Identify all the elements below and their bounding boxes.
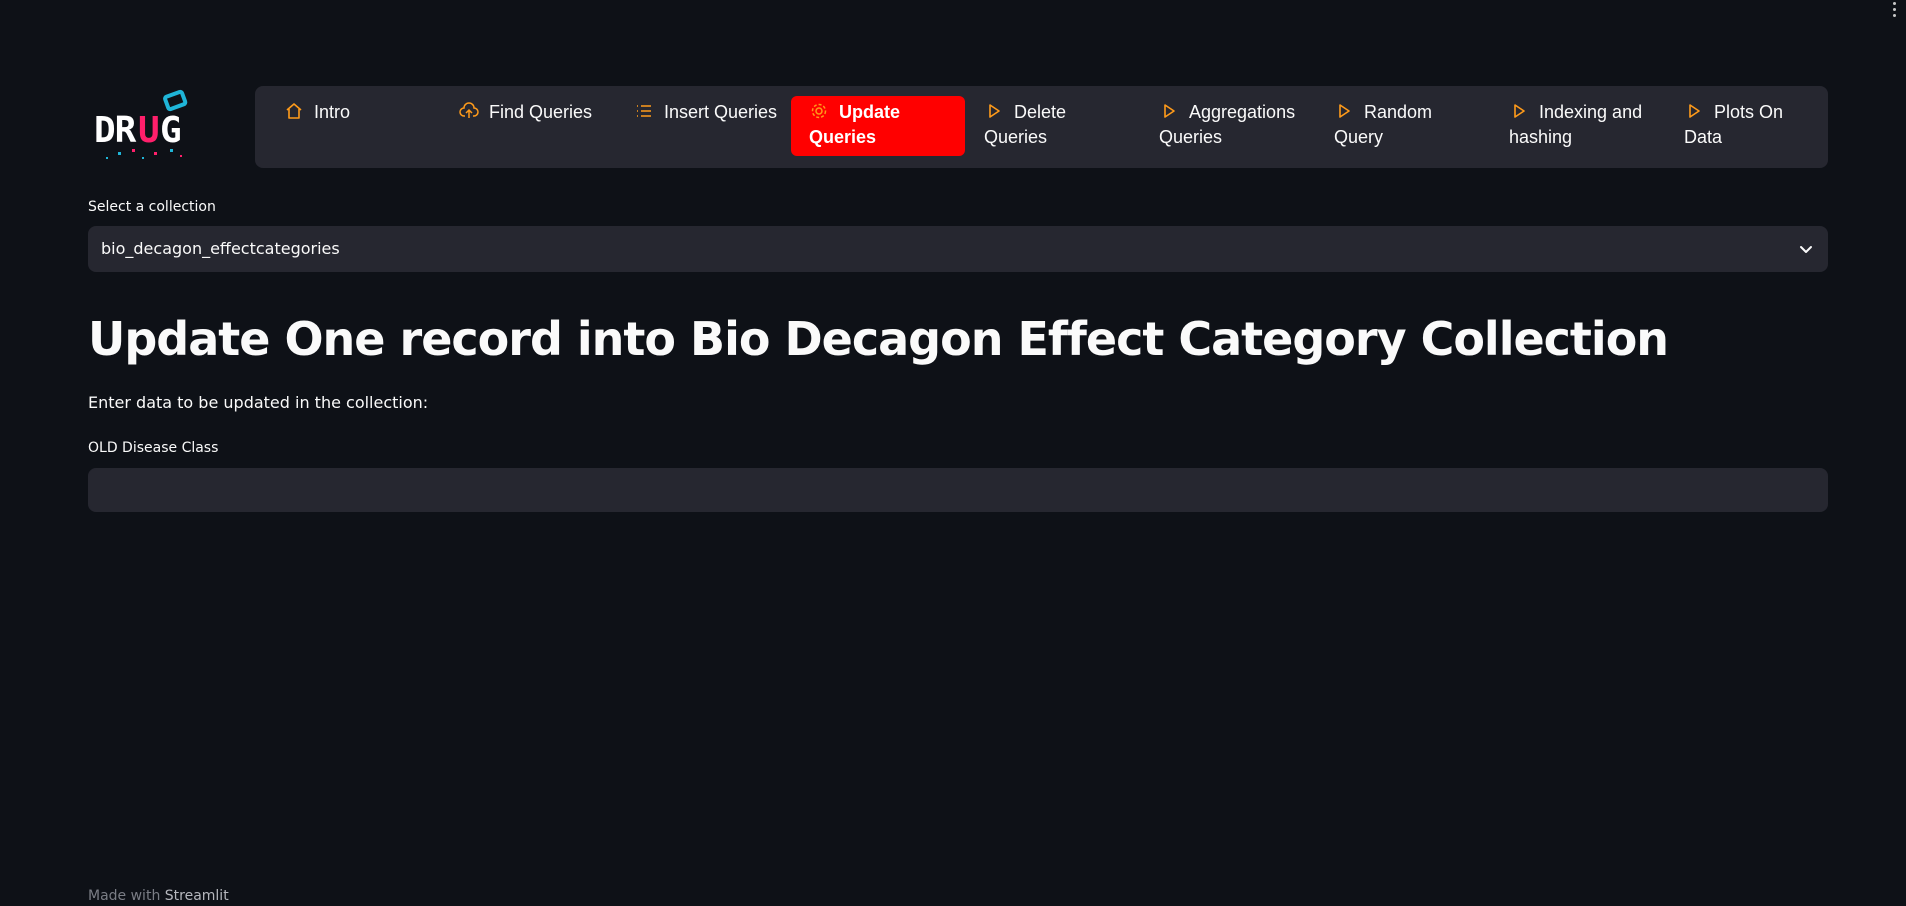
instructions-text: Enter data to be updated in the collecti…	[88, 393, 429, 412]
play-icon	[1164, 104, 1175, 118]
svg-text:G: G	[160, 110, 182, 151]
old-disease-class-input[interactable]	[88, 468, 1828, 512]
app-logo: DR U G	[92, 88, 196, 168]
footer-prefix: Made with	[88, 888, 161, 904]
nav-label: Aggregations Queries	[1159, 102, 1296, 147]
svg-text:DR: DR	[94, 110, 137, 151]
play-icon	[1689, 104, 1700, 118]
nav-item-indexing-hashing[interactable]: Indexing and hashing	[1491, 96, 1665, 156]
cloud-upload-icon	[459, 102, 479, 118]
nav-item-insert-queries[interactable]: Insert Queries	[616, 96, 790, 156]
app-page: DR U G Intro Find Queries Insert Queries…	[0, 0, 1906, 906]
play-icon	[989, 104, 1000, 118]
footer: Made with Streamlit	[88, 888, 229, 904]
gear-icon	[811, 103, 827, 119]
chevron-down-icon	[1800, 246, 1812, 253]
nav-item-plots-on-data[interactable]: Plots On Data	[1666, 96, 1828, 156]
play-icon	[1339, 104, 1350, 118]
nav-label: Find Queries	[489, 102, 593, 122]
top-nav-bar: Intro Find Queries Insert Queries Update…	[255, 86, 1828, 168]
list-icon	[637, 105, 651, 117]
nav-label: Intro	[314, 102, 351, 122]
play-icon	[1514, 104, 1525, 118]
page-title: Update One record into Bio Decagon Effec…	[88, 312, 1669, 366]
nav-item-find-queries[interactable]: Find Queries	[441, 96, 615, 156]
nav-item-update-queries[interactable]: Update Queries	[791, 96, 965, 156]
nav-item-delete-queries[interactable]: Delete Queries	[966, 96, 1140, 156]
collection-select-label: Select a collection	[88, 199, 216, 215]
main-menu-icon[interactable]	[1889, 0, 1900, 19]
collection-select[interactable]: bio_decagon_effectcategories	[88, 226, 1828, 272]
streamlit-link[interactable]: Streamlit	[165, 888, 229, 904]
nav-item-intro[interactable]: Intro	[266, 96, 440, 156]
nav-label: Insert Queries	[664, 102, 778, 122]
nav-item-random-query[interactable]: Random Query	[1316, 96, 1490, 156]
old-disease-class-label: OLD Disease Class	[88, 440, 219, 456]
svg-text:U: U	[138, 110, 160, 151]
collection-select-value: bio_decagon_effectcategories	[101, 239, 340, 258]
house-icon	[286, 103, 302, 119]
nav-item-aggregations-queries[interactable]: Aggregations Queries	[1141, 96, 1315, 156]
